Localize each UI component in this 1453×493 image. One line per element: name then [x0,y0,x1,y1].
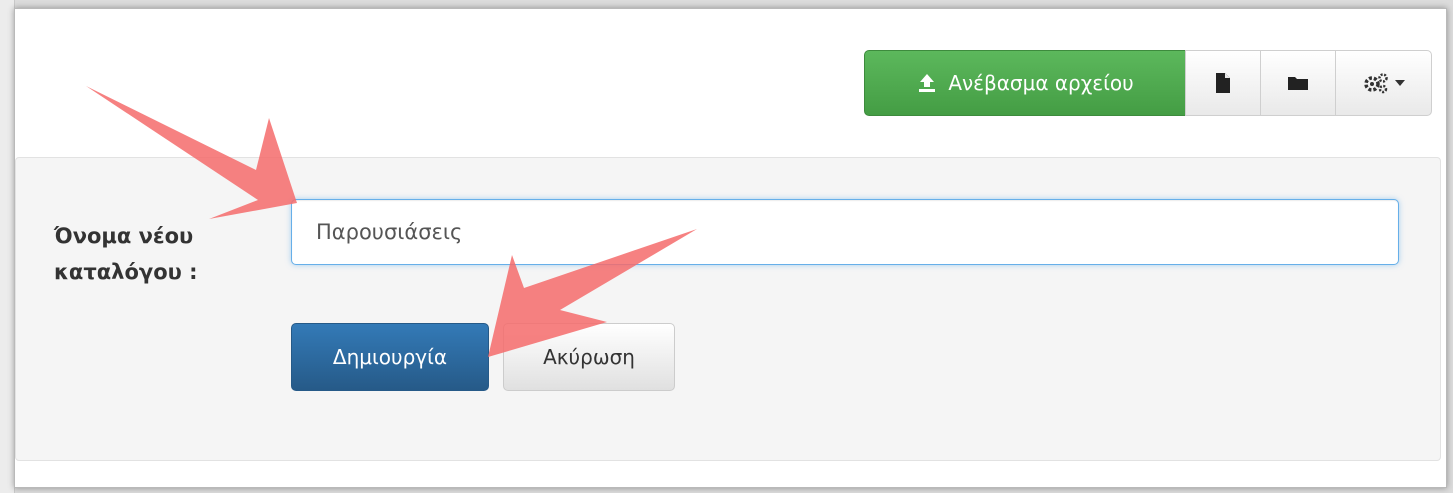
upload-icon [916,72,938,94]
create-button[interactable]: Δημιουργία [291,323,489,391]
folder-icon [1287,74,1309,92]
file-icon [1214,72,1232,94]
folder-name-label-line2: καταλόγου : [54,260,198,284]
left-window-edge [0,0,15,493]
new-file-button[interactable] [1185,50,1261,116]
file-toolbar: Ανέβασμα αρχείου [864,50,1432,116]
upload-file-label: Ανέβασμα αρχείου [948,71,1134,95]
gears-icon [1363,72,1389,94]
new-folder-button[interactable] [1260,50,1336,116]
new-folder-panel: Όνομα νέου καταλόγου : Δημιουργία Ακύρωσ… [15,157,1441,461]
cancel-button[interactable]: Ακύρωση [503,323,675,391]
caret-down-icon [1394,79,1405,87]
folder-name-input[interactable] [291,199,1399,265]
upload-file-button[interactable]: Ανέβασμα αρχείου [864,50,1186,116]
settings-dropdown-button[interactable] [1335,50,1432,116]
folder-name-label-line1: Όνομα νέου [54,224,194,248]
file-manager-window: Ανέβασμα αρχείου Όνομα νέου καταλόγου: … [14,8,1447,488]
folder-name-label: Όνομα νέου καταλόγου : [54,218,254,290]
